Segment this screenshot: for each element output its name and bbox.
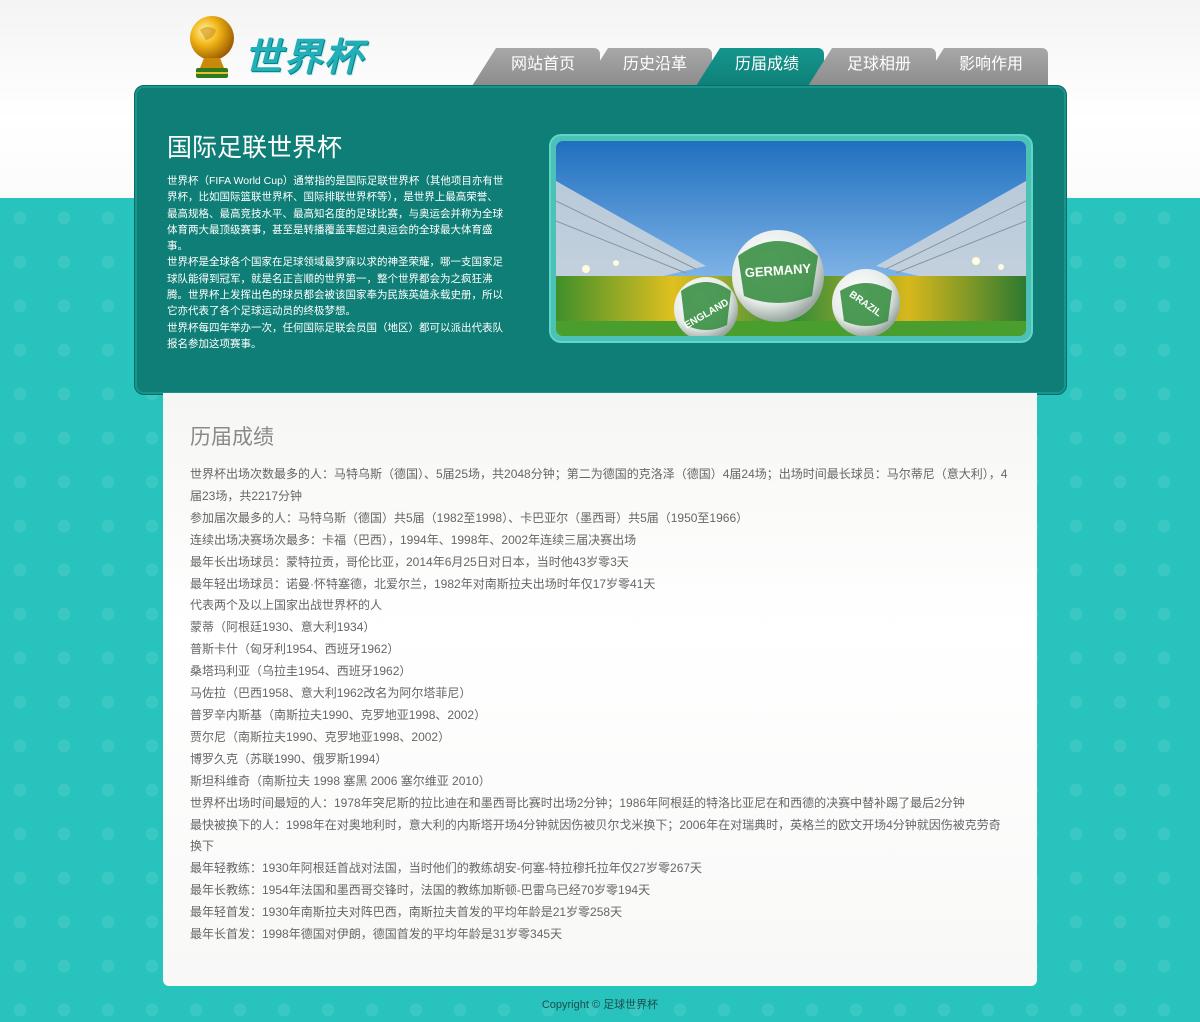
soccer-ball-brazil: BRAZIL — [832, 269, 900, 336]
records-list: 世界杯出场次数最多的人：马特乌斯（德国）、5届25场，共2048分钟；第二为德国… — [190, 464, 1010, 946]
logo-text: 世界杯 — [244, 34, 365, 79]
list-item: 最年轻出场球员：诺曼·怀特塞德，北爱尔兰，1982年对南斯拉夫出场时年仅17岁零… — [190, 576, 656, 591]
hero-paragraph: 世界杯是全球各个国家在足球领域最梦寐以求的神圣荣耀，哪一支国家足球队能得到冠军，… — [167, 256, 503, 318]
list-item: 桑塔玛利亚（乌拉圭1954、西班牙1962） — [190, 664, 412, 679]
footer-copyright: Copyright © 足球世界杯 — [541, 999, 659, 1011]
list-item: 参加届次最多的人：马特乌斯（德国）共5届（1982至1998）、卡巴亚尔（墨西哥… — [190, 510, 749, 525]
hero-paragraph: 世界杯每四年举办一次，任何国际足联会员国（地区）都可以派出代表队报名参加这项赛事… — [167, 321, 503, 350]
list-item: 马佐拉（巴西1958、意大利1962改名为阿尔塔菲尼） — [190, 686, 472, 701]
list-item: 普罗辛内斯基（南斯拉夫1990、克罗地亚1998、2002） — [190, 707, 487, 722]
tab-label: 网站首页 — [510, 56, 575, 73]
site-logo[interactable]: 世界杯 — [186, 12, 386, 82]
hero-panel: 国际足联世界杯 世界杯（FIFA World Cup）通常指的是国际足联世界杯（… — [134, 85, 1067, 395]
list-item: 最年长首发：1998年德国对伊朗，德国首发的平均年龄是31岁零345天 — [190, 927, 563, 942]
list-item: 普斯卡什（匈牙利1954、西班牙1962） — [190, 642, 400, 657]
tab-label: 历史沿革 — [622, 56, 687, 73]
list-item: 世界杯出场次数最多的人：马特乌斯（德国）、5届25场，共2048分钟；第二为德国… — [190, 467, 1008, 503]
list-item: 蒙蒂（阿根廷1930、意大利1934） — [190, 620, 376, 635]
tab-label: 足球相册 — [846, 56, 911, 73]
list-item: 最年轻首发：1930年南斯拉夫对阵巴西，南斯拉夫首发的平均年龄是21岁零258天 — [190, 905, 623, 920]
stadium-balls-image: ENGLAND GERMANY BRAZIL — [556, 141, 1026, 336]
tab-label: 影响作用 — [958, 56, 1023, 73]
hero-paragraph: 世界杯（FIFA World Cup）通常指的是国际足联世界杯（其他项目亦有世界… — [167, 175, 504, 253]
list-item: 博罗久克（苏联1990、俄罗斯1994） — [190, 751, 388, 766]
hero-description: 世界杯（FIFA World Cup）通常指的是国际足联世界杯（其他项目亦有世界… — [167, 173, 505, 352]
list-item: 代表两个及以上国家出战世界杯的人 — [190, 598, 383, 613]
hero-image: ENGLAND GERMANY BRAZIL — [551, 136, 1031, 341]
list-item: 连续出场决赛场次最多：卡福（巴西），1994年、1998年、2002年连续三届决… — [190, 532, 637, 547]
hero-title: 国际足联世界杯 — [167, 134, 343, 162]
content-title: 历届成绩 — [190, 426, 274, 449]
soccer-ball-germany: GERMANY — [732, 230, 824, 322]
list-item: 最年轻教练：1930年阿根廷首战对法国，当时他们的教练胡安-何塞-特拉穆托拉年仅… — [190, 861, 703, 876]
list-item: 最年长教练：1954年法国和墨西哥交锋时，法国的教练加斯顿-巴雷乌已经70岁零1… — [190, 883, 651, 898]
list-item: 最年长出场球员：蒙特拉贡，哥伦比亚，2014年6月25日对日本，当时他43岁零3… — [190, 554, 629, 569]
list-item: 斯坦科维奇（南斯拉夫 1998 塞黑 2006 塞尔维亚 2010） — [190, 773, 491, 788]
main-content: 历届成绩 世界杯出场次数最多的人：马特乌斯（德国）、5届25场，共2048分钟；… — [163, 393, 1037, 986]
trophy-icon — [190, 16, 234, 78]
list-item: 最快被换下的人：1998年在对奥地利时，意大利的内斯塔开场4分钟就因伤被贝尔戈米… — [190, 817, 1001, 854]
list-item: 世界杯出场时间最短的人：1978年突尼斯的拉比迪在和墨西哥比赛时出场2分钟；19… — [190, 795, 965, 810]
tab-label: 历届成绩 — [734, 56, 799, 73]
list-item: 贾尔尼（南斯拉夫1990、克罗地亚1998、2002） — [190, 729, 451, 744]
